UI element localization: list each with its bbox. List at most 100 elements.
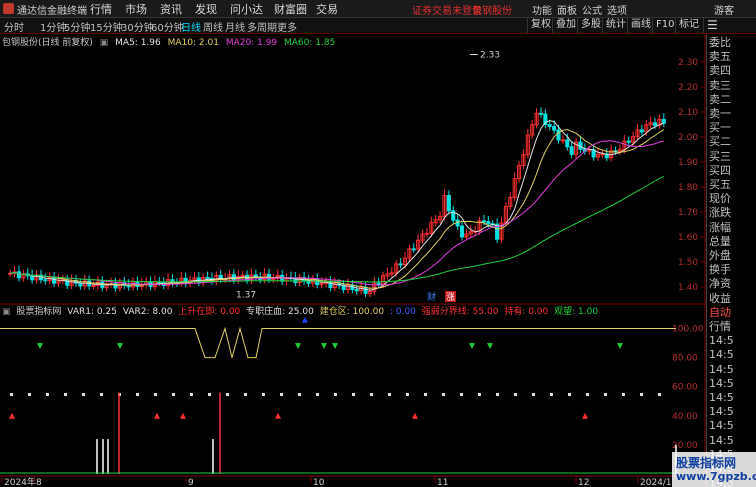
quote-label-26: 14:5: [709, 405, 734, 419]
dotted-mark: [640, 393, 643, 396]
x-tick-label: 11: [437, 478, 448, 487]
stock-name-link[interactable]: 包钢股份: [472, 2, 512, 17]
period-fenshi[interactable]: 分时: [4, 19, 24, 34]
low-label: 1.37: [236, 291, 256, 301]
period-1min[interactable]: 1分钟: [40, 19, 66, 34]
var2-value: VAR2: 8.00: [122, 307, 173, 317]
menu-jiaoyi[interactable]: 交易: [316, 1, 338, 17]
quote-label-24: 14:5: [709, 376, 734, 390]
dotted-mark: [46, 393, 49, 396]
shangsheng-value: 上升在即: 0.00: [178, 307, 241, 317]
candle-body: [565, 139, 570, 148]
v0-value: : 0.00: [389, 307, 416, 317]
var1-value: VAR1: 0.25: [67, 307, 117, 317]
quote-label-17: 净资: [709, 277, 731, 291]
period-monthly[interactable]: 月线: [225, 19, 245, 34]
period-15min[interactable]: 15分钟: [90, 19, 123, 34]
y-tick-label: 1.90: [678, 158, 698, 168]
indicator-line: [0, 326, 676, 359]
close-box-icon[interactable]: ▣: [100, 38, 109, 48]
menu-xuanxiang[interactable]: 选项: [607, 2, 627, 17]
candle-body: [652, 122, 658, 126]
red-triangle: [9, 412, 15, 419]
dotted-mark: [442, 393, 445, 396]
green-arrow: [617, 343, 623, 349]
guanwang-value: 观望: 1.00: [554, 307, 599, 317]
candle-body: [538, 112, 544, 115]
green-arrow: [295, 343, 301, 349]
sub-y-tick-label: 100.00: [672, 325, 704, 335]
dotted-mark: [424, 393, 427, 396]
quote-label-15: 外盘: [709, 249, 731, 262]
dotted-mark: [82, 393, 85, 396]
x-tick-label: 2024年: [4, 476, 36, 487]
ma5-value: MA5: 1.96: [115, 38, 161, 48]
candle-body: [661, 118, 666, 124]
period-30min[interactable]: 30分钟: [121, 19, 154, 34]
stock-label: 包钢股份(日线 前复权): [2, 38, 93, 48]
tool-duogu[interactable]: 多股: [577, 18, 604, 33]
menu-gongshi[interactable]: 公式: [582, 2, 602, 17]
menu-gongneng[interactable]: 功能: [532, 2, 552, 17]
candle-body: [547, 124, 552, 128]
tool-f10[interactable]: F10: [652, 18, 677, 33]
candle-body: [481, 220, 486, 223]
sub-y-tick-label: 80.00: [672, 354, 698, 364]
quote-label-18: 收益: [709, 291, 731, 305]
dotted-mark: [370, 393, 373, 396]
tool-diejia[interactable]: 叠加: [552, 18, 579, 33]
period-weekly[interactable]: 周线: [203, 19, 223, 34]
ma10-line: [10, 128, 665, 289]
candle-body: [16, 271, 22, 279]
tool-tongji[interactable]: 统计: [602, 18, 629, 33]
quote-panel: 委比 卖五 卖四 卖三 卖二 卖一 买一 买二 买三 买四 买五 现价 涨跌 涨幅 总量 外盘 换手 净资 收益 自动…: [706, 34, 756, 487]
dotted-mark: [460, 393, 463, 396]
menu-caifuquan[interactable]: 财富圈: [274, 1, 307, 17]
period-60min[interactable]: 60分钟: [151, 19, 184, 34]
candle-body: [552, 126, 557, 131]
login-user[interactable]: 游客: [714, 2, 734, 17]
menu-faxian[interactable]: 发现: [195, 1, 217, 17]
quote-label-11: 现价: [709, 192, 731, 206]
candle-body: [600, 153, 605, 156]
menu-lines-icon[interactable]: ☰: [703, 18, 721, 33]
menu-shichang[interactable]: 市场: [125, 1, 147, 17]
chart-area[interactable]: 2.30 2.20 2.10 2.00 1.90 1.80 1.70 1.60 1.50 1.40…: [0, 34, 706, 487]
menu-mianban[interactable]: 面板: [557, 2, 577, 17]
app-logo-icon: [3, 3, 14, 14]
candle-body: [446, 194, 451, 212]
tool-biaoji[interactable]: 标记: [675, 18, 702, 33]
kline-chart[interactable]: 2.30 2.20 2.10 2.00 1.90 1.80 1.70 1.60 1.50 1.40…: [0, 34, 706, 487]
quote-label-9: 买四: [709, 163, 731, 177]
menu-wenxiaoda[interactable]: 问小达: [230, 1, 263, 17]
ma20-value: MA20: 1.99: [225, 38, 278, 48]
period-5min[interactable]: 5分钟: [64, 19, 90, 34]
period-more[interactable]: 更多: [277, 19, 297, 34]
y-tick-label: 2.00: [678, 133, 698, 143]
sub-y-tick-label: 40.00: [672, 412, 698, 422]
period-multi[interactable]: 多周期: [247, 19, 277, 34]
candle-body: [639, 129, 644, 133]
dotted-mark: [406, 393, 409, 396]
menu-hangqing[interactable]: 行情: [90, 1, 112, 17]
tool-fuquan[interactable]: 复权: [527, 18, 554, 33]
dotted-mark: [532, 393, 535, 396]
dotted-mark: [604, 393, 607, 396]
watermark-url: www.7gpzb.com: [676, 470, 756, 483]
indicator-box-icon[interactable]: ▣: [2, 307, 11, 317]
y-tick-label: 1.60: [678, 233, 698, 243]
red-triangle: [180, 412, 186, 419]
watermark: 股票指标网 www.7gpzb.com: [672, 452, 756, 487]
ma20-line: [10, 140, 664, 286]
dotted-mark: [208, 393, 211, 396]
tool-huaxian[interactable]: 画线: [627, 18, 654, 33]
app-title: 通达信金融终端: [17, 6, 87, 17]
candle-body: [626, 140, 631, 143]
qiangruo-value: 强弱分界线: 55.00: [421, 307, 499, 317]
quote-label-6: 买一: [709, 121, 731, 135]
period-daily[interactable]: 日线: [181, 19, 201, 34]
marker-zhang: 涨: [446, 292, 455, 303]
quote-label-19: 自动: [709, 305, 731, 319]
menu-zixun[interactable]: 资讯: [160, 1, 182, 17]
marker-cai: 财: [427, 291, 436, 303]
